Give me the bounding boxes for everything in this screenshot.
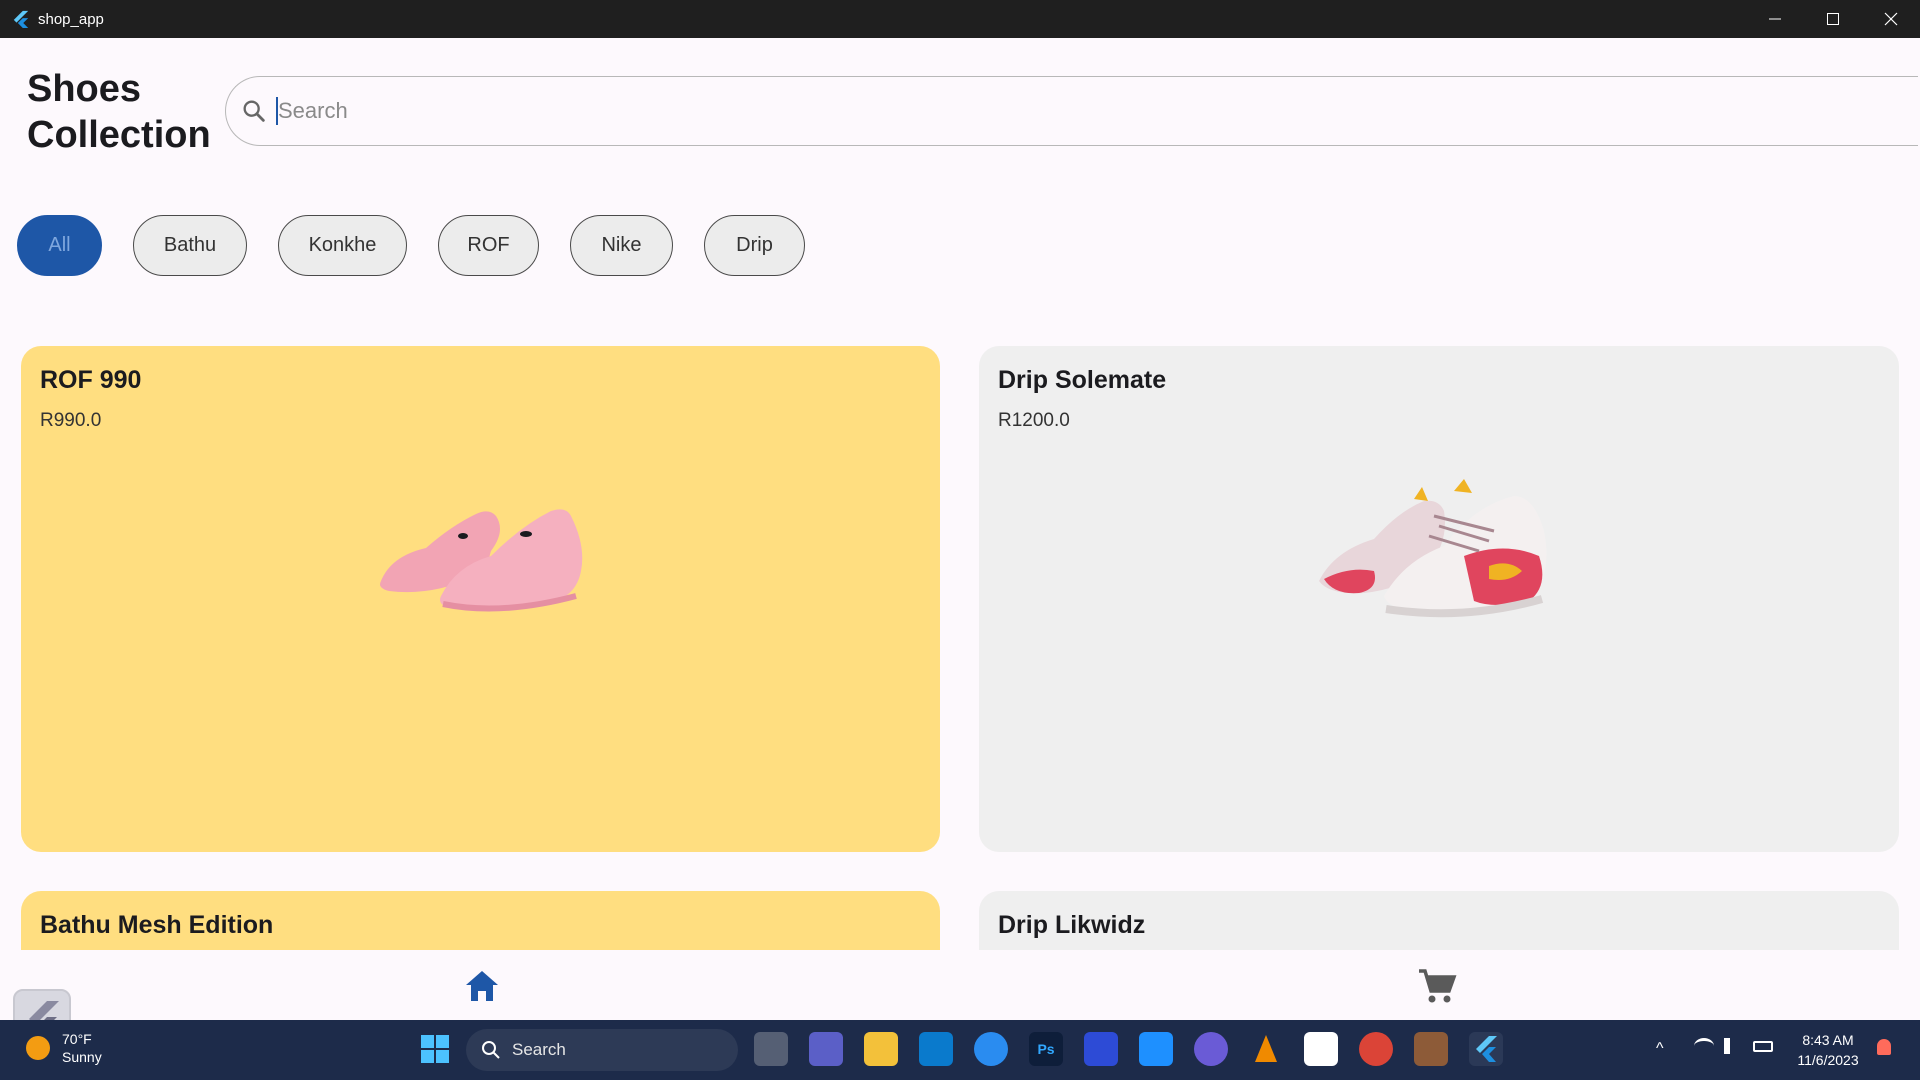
filter-chip-konkhe[interactable]: Konkhe <box>278 215 407 276</box>
search-icon <box>482 1041 500 1059</box>
start-button[interactable] <box>418 1032 452 1066</box>
product-card[interactable]: ROF 990 R990.0 <box>21 346 940 852</box>
chrome-icon[interactable] <box>1359 1032 1393 1066</box>
maximize-button[interactable] <box>1804 0 1862 38</box>
copilot-icon[interactable] <box>1194 1032 1228 1066</box>
vlc-icon[interactable] <box>1249 1032 1283 1066</box>
flutter-icon <box>1476 1036 1497 1062</box>
search-bar[interactable] <box>225 76 1918 146</box>
file-explorer-icon[interactable] <box>864 1032 898 1066</box>
product-title: Drip Likwidz <box>998 911 1146 939</box>
edge-alt-icon[interactable] <box>1139 1032 1173 1066</box>
product-image <box>380 509 583 612</box>
flutter-icon <box>29 1001 59 1020</box>
minimize-icon <box>1769 18 1781 20</box>
product-card[interactable]: Drip Solemate R1200.0 <box>979 346 1899 852</box>
nav-home-button[interactable] <box>458 962 506 1010</box>
flutter-app-icon <box>13 10 29 28</box>
tray-chevron-icon[interactable]: ^ <box>1656 1040 1664 1058</box>
windows-icon <box>421 1035 449 1063</box>
search-input[interactable] <box>278 98 1778 124</box>
clock-time: 8:43 AM <box>1802 1032 1854 1048</box>
wifi-icon[interactable] <box>1694 1038 1714 1054</box>
system-clock[interactable]: 8:43 AM 11/6/2023 <box>1790 1030 1866 1070</box>
product-title: Drip Solemate <box>998 366 1167 394</box>
product-image <box>1319 479 1547 618</box>
filter-chips: All Bathu Konkhe ROF Nike Drip <box>17 215 836 276</box>
page-title-line1: Shoes <box>27 68 142 110</box>
flutter-devtools-button[interactable] <box>13 989 71 1020</box>
window-titlebar: shop_app <box>0 0 1920 38</box>
taskbar: 70°F Sunny Search Ps ^ 8:43 AM 11/6/2023 <box>0 1020 1920 1080</box>
filter-chip-rof[interactable]: ROF <box>438 215 539 276</box>
affinity-icon[interactable] <box>1084 1032 1118 1066</box>
volume-icon[interactable] <box>1724 1038 1740 1054</box>
sun-icon <box>26 1036 50 1060</box>
product-price: R1200.0 <box>998 410 1070 431</box>
notification-bell-icon[interactable] <box>1877 1039 1891 1055</box>
page-title: Shoes Collection <box>27 66 211 158</box>
filter-chip-all[interactable]: All <box>17 215 102 276</box>
app-window: Shoes Collection All Bathu Konkhe ROF Ni… <box>2 38 1918 1020</box>
taskbar-search[interactable]: Search <box>466 1029 738 1071</box>
cart-icon <box>1419 969 1457 1003</box>
nav-cart-button[interactable] <box>1413 962 1461 1010</box>
task-view-icon[interactable] <box>754 1032 788 1066</box>
vscode-icon[interactable] <box>919 1032 953 1066</box>
search-icon <box>243 100 265 122</box>
weather-temp: 70°F <box>62 1031 92 1047</box>
flutter-taskbar-icon[interactable] <box>1469 1032 1503 1066</box>
battery-icon[interactable] <box>1753 1041 1773 1052</box>
home-icon <box>466 971 498 1001</box>
git-icon[interactable] <box>1414 1032 1448 1066</box>
filter-chip-bathu[interactable]: Bathu <box>133 215 247 276</box>
filter-chip-drip[interactable]: Drip <box>704 215 805 276</box>
minimize-button[interactable] <box>1746 0 1804 38</box>
microsoft-store-icon[interactable] <box>1304 1032 1338 1066</box>
page-title-line2: Collection <box>27 114 211 156</box>
teams-icon[interactable] <box>809 1032 843 1066</box>
vlc-cone-icon <box>1255 1035 1277 1062</box>
product-title: Bathu Mesh Edition <box>40 911 274 939</box>
app-store-icon[interactable] <box>974 1032 1008 1066</box>
close-button[interactable] <box>1862 0 1920 38</box>
clock-date: 11/6/2023 <box>1797 1052 1859 1068</box>
close-icon <box>1884 12 1898 26</box>
weather-widget[interactable]: 70°F Sunny <box>26 1030 102 1066</box>
window-title: shop_app <box>38 10 104 28</box>
product-price: R990.0 <box>40 410 102 431</box>
maximize-icon <box>1827 13 1839 25</box>
bottom-navigation <box>2 950 1918 1020</box>
taskbar-search-label: Search <box>512 1040 566 1059</box>
weather-condition: Sunny <box>62 1049 102 1065</box>
filter-chip-nike[interactable]: Nike <box>570 215 673 276</box>
product-title: ROF 990 <box>40 366 142 394</box>
photoshop-icon[interactable]: Ps <box>1029 1032 1063 1066</box>
